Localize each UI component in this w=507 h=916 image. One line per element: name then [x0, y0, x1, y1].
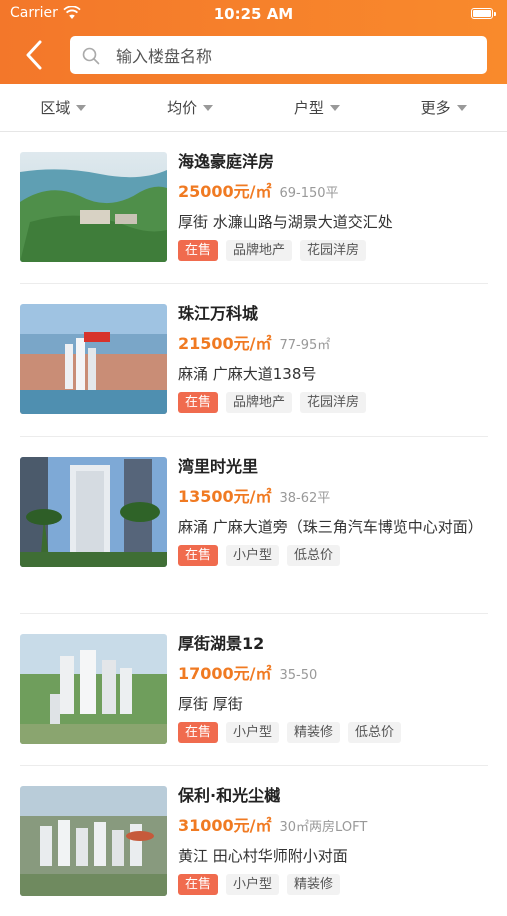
status-badge: 在售: [178, 545, 219, 566]
listing-area: 69-150平: [279, 186, 339, 201]
listing-photo: [20, 304, 167, 414]
listing-area: 35-50: [279, 668, 318, 683]
tag-list: 在售 小户型 精装修: [178, 874, 488, 895]
listing-photo: [20, 457, 167, 567]
listing-price: 21500元/㎡: [178, 334, 272, 353]
filter-label: 更多: [420, 99, 451, 117]
listing-price: 17000元/㎡: [178, 664, 272, 683]
header-bar: Carrier 10:25 AM: [0, 0, 507, 84]
listing-address: 厚街 水濂山路与湖景大道交汇处: [178, 213, 393, 231]
listing-address: 黄江 田心村华师附小对面: [178, 847, 348, 865]
listing-area: 77-95㎡: [279, 338, 331, 353]
filter-region[interactable]: 区域: [0, 84, 127, 131]
search-icon: [82, 47, 100, 65]
feature-tag: 小户型: [226, 874, 280, 895]
feature-tag: 精装修: [287, 722, 341, 743]
feature-tag: 小户型: [226, 722, 280, 743]
status-badge: 在售: [178, 240, 219, 261]
listing-card[interactable]: 厚街湖景12 17000元/㎡ 35-50 厚街 厚街 在售 小户型 精装修 低总…: [20, 614, 488, 766]
tag-list: 在售 小户型 低总价: [178, 545, 488, 566]
listing-title: 厚街湖景12: [178, 634, 265, 653]
price-row: 25000元/㎡ 69-150平: [178, 181, 488, 205]
listing-title: 海逸豪庭洋房: [178, 152, 275, 171]
status-badge: 在售: [178, 722, 219, 743]
listing-title: 保利·和光尘樾: [178, 786, 281, 805]
status-bar: Carrier 10:25 AM: [0, 0, 507, 28]
listing-title: 珠江万科城: [178, 304, 259, 323]
back-arrow-icon[interactable]: [22, 38, 50, 72]
feature-tag: 品牌地产: [226, 392, 293, 413]
listing-info: 湾里时光里 13500元/㎡ 38-62平 麻涌 广麻大道旁（珠三角汽车博览中心对…: [178, 457, 488, 566]
listing-info: 海逸豪庭洋房 25000元/㎡ 69-150平 厚街 水濂山路与湖景大道交汇处 在…: [178, 152, 488, 261]
listing-area: 38-62平: [279, 491, 331, 506]
listing-card[interactable]: 珠江万科城 21500元/㎡ 77-95㎡ 麻涌 广麻大道138号 在售 品牌地产…: [20, 284, 488, 437]
feature-tag: 低总价: [348, 722, 402, 743]
listing-card[interactable]: 海逸豪庭洋房 25000元/㎡ 69-150平 厚街 水濂山路与湖景大道交汇处 在…: [20, 132, 488, 284]
price-row: 17000元/㎡ 35-50: [178, 663, 488, 687]
feature-tag: 小户型: [226, 545, 280, 566]
caret-down-icon: [203, 104, 214, 111]
listing-price: 13500元/㎡: [178, 487, 272, 506]
listing-info: 珠江万科城 21500元/㎡ 77-95㎡ 麻涌 广麻大道138号 在售 品牌地产…: [178, 304, 488, 413]
caret-down-icon: [76, 104, 87, 111]
listing-info: 厚街湖景12 17000元/㎡ 35-50 厚街 厚街 在售 小户型 精装修 低总…: [178, 634, 488, 743]
caret-down-icon: [456, 104, 467, 111]
feature-tag: 花园洋房: [300, 392, 367, 413]
listing-address: 厚街 厚街: [178, 695, 243, 713]
listing-list: 海逸豪庭洋房 25000元/㎡ 69-150平 厚街 水濂山路与湖景大道交汇处 在…: [20, 132, 488, 916]
price-row: 21500元/㎡ 77-95㎡: [178, 333, 488, 357]
filter-bar: 区域 均价 户型 更多: [0, 84, 507, 132]
listing-info: 保利·和光尘樾 31000元/㎡ 30㎡两房LOFT 黄江 田心村华师附小对面 在…: [178, 786, 488, 895]
listing-photo: [20, 634, 167, 744]
status-badge: 在售: [178, 874, 219, 895]
feature-tag: 花园洋房: [300, 240, 367, 261]
listing-card[interactable]: 湾里时光里 13500元/㎡ 38-62平 麻涌 广麻大道旁（珠三角汽车博览中心对…: [20, 437, 488, 614]
battery-icon: [471, 8, 496, 19]
listing-area: 30㎡两房LOFT: [279, 820, 368, 835]
filter-label: 均价: [167, 99, 198, 117]
search-input[interactable]: [114, 42, 478, 70]
feature-tag: 精装修: [287, 874, 341, 895]
caret-down-icon: [329, 104, 340, 111]
price-row: 13500元/㎡ 38-62平: [178, 486, 488, 510]
clock: 10:25 AM: [213, 5, 294, 23]
feature-tag: 低总价: [287, 545, 341, 566]
status-badge: 在售: [178, 392, 219, 413]
price-row: 31000元/㎡ 30㎡两房LOFT: [178, 815, 488, 839]
listing-photo: [20, 786, 167, 896]
filter-label: 区域: [40, 99, 71, 117]
listing-price: 31000元/㎡: [178, 816, 272, 835]
tag-list: 在售 小户型 精装修 低总价: [178, 722, 488, 743]
listing-price: 25000元/㎡: [178, 182, 272, 201]
filter-layout[interactable]: 户型: [254, 84, 381, 131]
tag-list: 在售 品牌地产 花园洋房: [178, 392, 488, 413]
filter-label: 户型: [293, 99, 324, 117]
search-box[interactable]: [70, 36, 487, 74]
listing-address: 麻涌 广麻大道旁（珠三角汽车博览中心对面）: [178, 518, 483, 536]
listing-address: 麻涌 广麻大道138号: [178, 365, 317, 383]
filter-more[interactable]: 更多: [380, 84, 507, 131]
listing-title: 湾里时光里: [178, 457, 259, 476]
tag-list: 在售 品牌地产 花园洋房: [178, 240, 488, 261]
listing-card[interactable]: 保利·和光尘樾 31000元/㎡ 30㎡两房LOFT 黄江 田心村华师附小对面 在…: [20, 766, 488, 916]
feature-tag: 品牌地产: [226, 240, 293, 261]
listing-photo: [20, 152, 167, 262]
filter-price[interactable]: 均价: [127, 84, 254, 131]
